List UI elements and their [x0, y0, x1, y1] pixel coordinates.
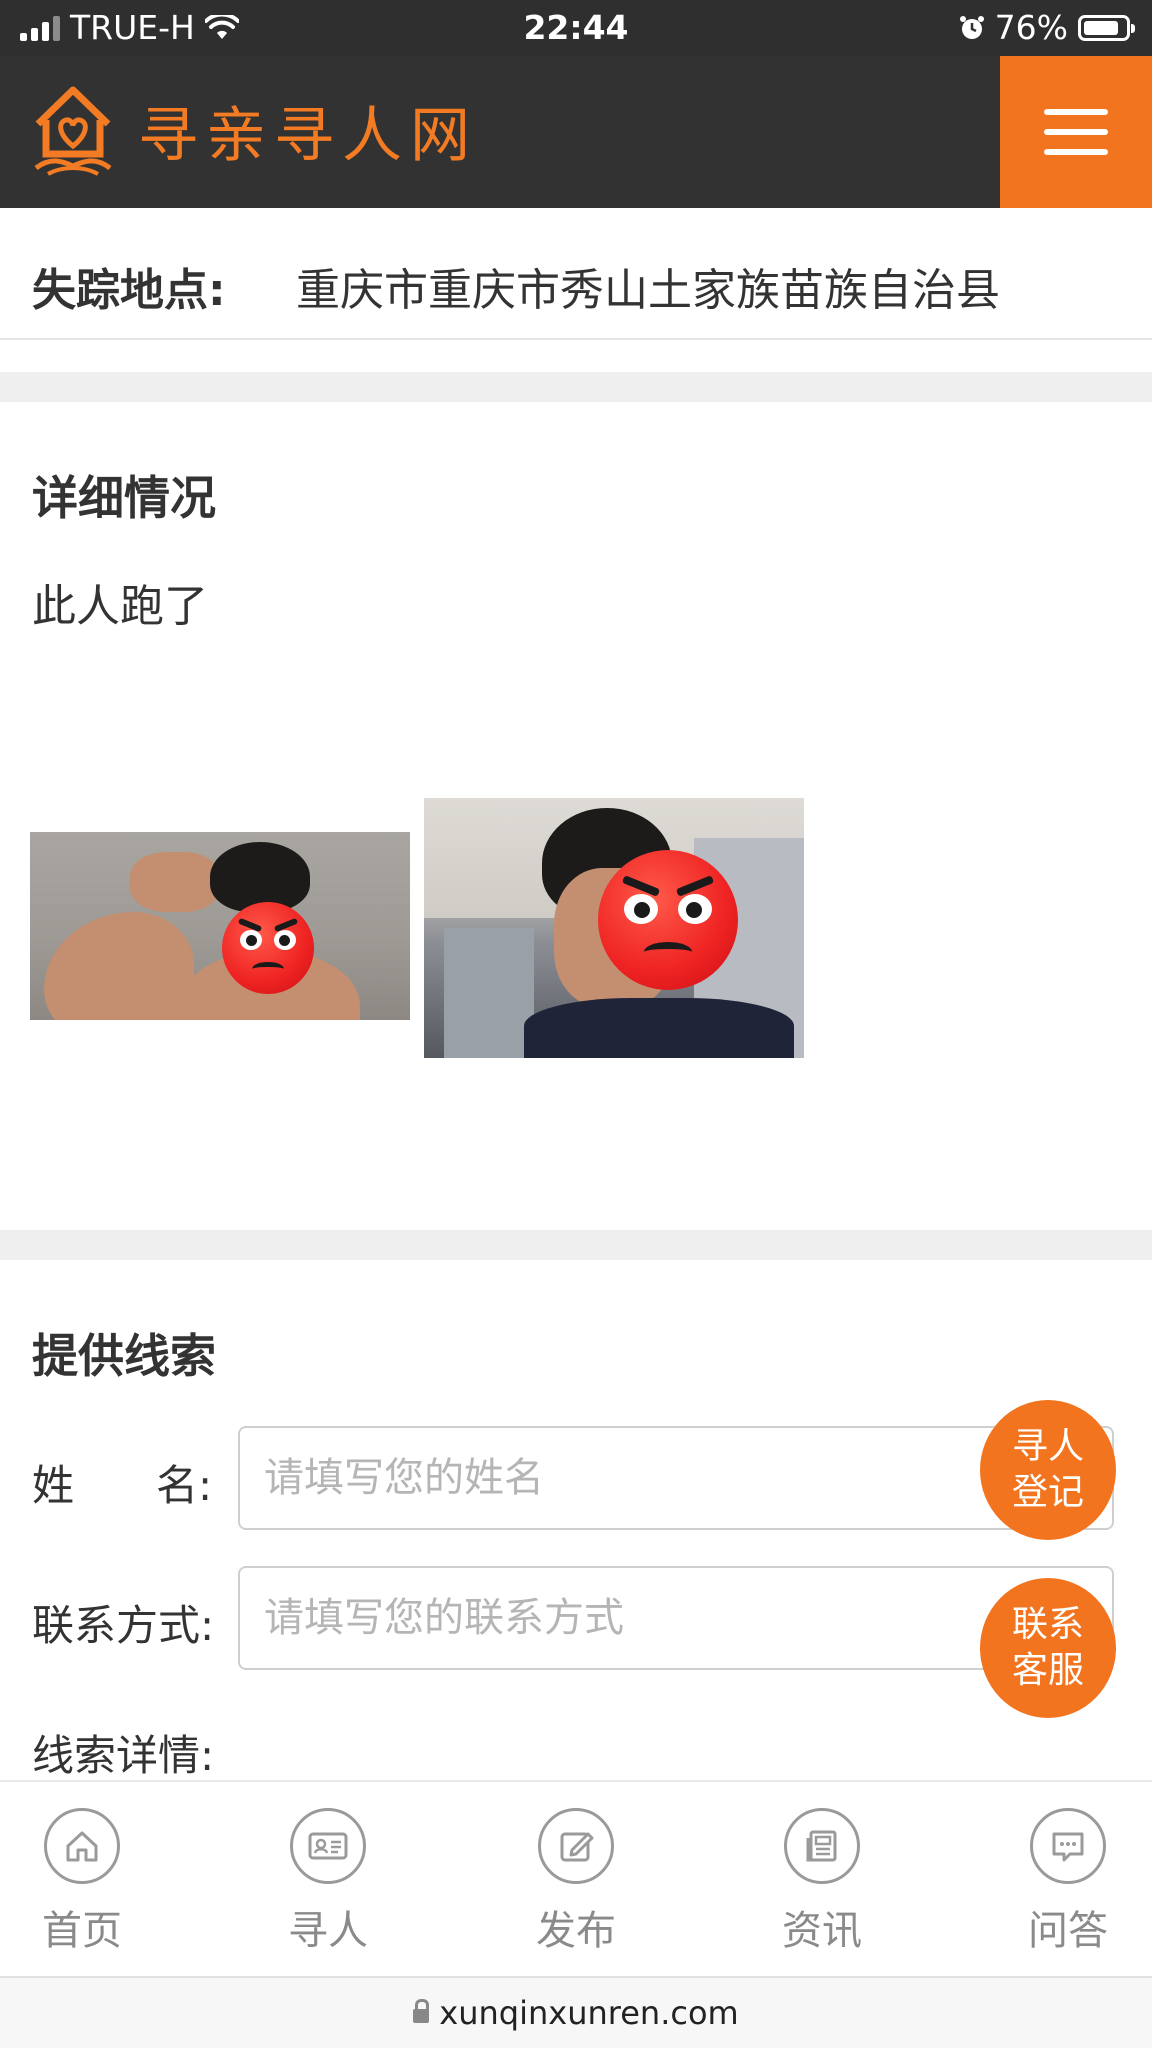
- nav-label: 问答: [1028, 1908, 1108, 1954]
- site-logo[interactable]: 寻亲寻人网: [28, 80, 478, 180]
- missing-person-photo-2[interactable]: [424, 798, 804, 1058]
- nav-item-search-people[interactable]: 寻人: [253, 1808, 403, 1956]
- id-card-icon: [290, 1808, 366, 1884]
- chat-icon: [1030, 1808, 1106, 1884]
- details-title: 详细情况: [32, 471, 216, 525]
- details-text: 此人跑了: [32, 581, 208, 632]
- nav-label: 资讯: [782, 1908, 862, 1954]
- nav-item-news[interactable]: 资讯: [747, 1808, 897, 1956]
- photo-arm: [44, 912, 194, 1020]
- battery-icon: [1078, 14, 1135, 41]
- alarm-icon: [959, 15, 984, 39]
- contact-label: 联系方式:: [32, 1601, 215, 1650]
- photo-arm: [130, 852, 220, 912]
- register-search-line1: 寻人: [1011, 1426, 1084, 1467]
- site-header: 寻亲寻人网: [0, 56, 1152, 208]
- house-heart-logo-icon: [34, 86, 112, 176]
- section-divider: [0, 372, 1152, 402]
- photo-window: [444, 928, 534, 1058]
- name-label-second: 名:: [156, 1461, 213, 1510]
- nav-item-qa[interactable]: 问答: [993, 1808, 1143, 1956]
- clues-title: 提供线索: [32, 1329, 216, 1383]
- nav-label: 发布: [536, 1908, 616, 1954]
- news-icon: [784, 1808, 860, 1884]
- missing-location-row: 失踪地点: 重庆市重庆市秀山土家族苗族自治县: [0, 208, 1152, 340]
- status-right: 76%: [959, 8, 1135, 47]
- menu-icon-bar: [1044, 109, 1108, 115]
- nav-label: 首页: [42, 1908, 122, 1954]
- menu-icon-bar: [1044, 129, 1108, 135]
- angry-face-icon: [598, 850, 738, 990]
- angry-face-icon: [222, 902, 314, 994]
- missing-location-label: 失踪地点:: [32, 265, 226, 316]
- lock-icon: [413, 1999, 430, 2023]
- photo-hair: [210, 842, 310, 912]
- contact-support-line1: 联系: [1011, 1604, 1084, 1645]
- nav-item-home[interactable]: 首页: [7, 1808, 157, 1956]
- name-label-first: 姓: [32, 1461, 75, 1510]
- missing-person-photo-1[interactable]: [30, 832, 410, 1020]
- hamburger-menu-button[interactable]: [1000, 56, 1152, 208]
- section-divider: [0, 1230, 1152, 1260]
- register-search-line2: 登记: [1011, 1472, 1084, 1513]
- home-icon: [44, 1808, 120, 1884]
- nav-item-publish[interactable]: 发布: [501, 1808, 651, 1956]
- status-bar: TRUE-H 22:44 76%: [0, 0, 1152, 56]
- bottom-nav: 首页 寻人 发布 资讯 问答: [0, 1780, 1152, 1976]
- url-text: xunqinxunren.com: [439, 1994, 739, 2032]
- site-name: 寻亲寻人网: [138, 100, 478, 171]
- contact-support-button[interactable]: 联系 客服: [980, 1578, 1116, 1718]
- browser-url-bar[interactable]: xunqinxunren.com: [0, 1976, 1152, 2048]
- photo-suit: [524, 998, 794, 1058]
- missing-location-value: 重庆市重庆市秀山土家族苗族自治县: [296, 265, 1000, 316]
- register-search-button[interactable]: 寻人 登记: [980, 1400, 1116, 1540]
- contact-support-line2: 客服: [1011, 1650, 1084, 1691]
- clue-details-label: 线索详情:: [32, 1731, 215, 1780]
- nav-label: 寻人: [288, 1908, 368, 1954]
- edit-icon: [538, 1808, 614, 1884]
- battery-percent: 76%: [994, 8, 1068, 47]
- menu-icon-bar: [1044, 149, 1108, 155]
